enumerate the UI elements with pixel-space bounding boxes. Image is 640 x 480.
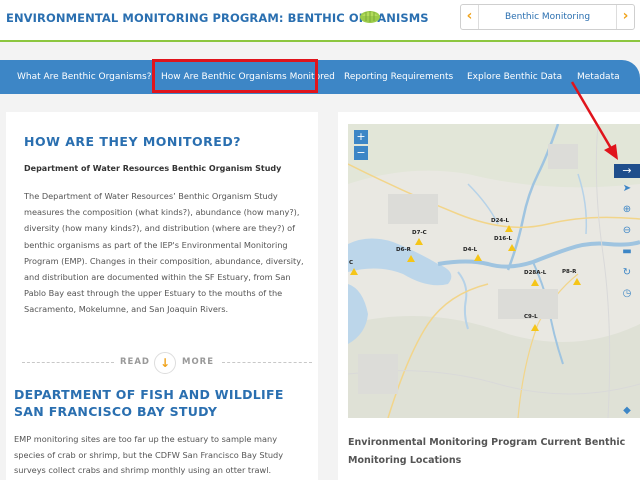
site-label-d24-l: D24-L bbox=[491, 218, 510, 224]
benthic-logo-icon bbox=[360, 11, 380, 23]
site-label-d4-l: D4-L bbox=[463, 247, 478, 253]
section-pager: ‹ Benthic Monitoring › bbox=[460, 4, 635, 30]
chevron-right-icon[interactable]: › bbox=[616, 5, 634, 29]
arrow-right-icon[interactable]: → bbox=[614, 164, 640, 178]
layers-icon[interactable]: ◆ bbox=[620, 404, 634, 418]
chevron-left-icon[interactable]: ‹ bbox=[461, 5, 479, 29]
zoom-in-icon[interactable]: ⊕ bbox=[620, 203, 634, 217]
site-label-p8-r: P8-R bbox=[562, 269, 577, 275]
monitoring-map[interactable]: + − D24-L D7-C D16-L D6-R D4-L C D28A-L … bbox=[348, 124, 640, 418]
section-heading-2: DEPARTMENT OF FISH AND WILDLIFE SAN FRAN… bbox=[14, 387, 284, 419]
zoom-in-button[interactable]: + bbox=[354, 130, 368, 144]
site-marker-c[interactable] bbox=[350, 268, 358, 275]
nav-item-metadata[interactable]: Metadata bbox=[577, 60, 620, 94]
site-marker-d4-l[interactable] bbox=[474, 254, 482, 261]
site-marker-d28a-l[interactable] bbox=[531, 279, 539, 286]
site-marker-p8-r[interactable] bbox=[573, 278, 581, 285]
pager-label[interactable]: Benthic Monitoring bbox=[479, 5, 616, 29]
nav-item-reporting[interactable]: Reporting Requirements bbox=[344, 60, 453, 94]
header-divider bbox=[0, 40, 640, 42]
site-label-c: C bbox=[349, 260, 354, 266]
refresh-icon[interactable]: ↻ bbox=[620, 266, 634, 280]
site-label-c9-l: C9-L bbox=[524, 314, 538, 320]
site-label-d28a-l: D28A-L bbox=[524, 270, 547, 276]
pointer-icon[interactable]: ➤ bbox=[620, 182, 634, 196]
site-header: ENVIRONMENTAL MONITORING PROGRAM: BENTHI… bbox=[0, 0, 640, 40]
site-marker-d6-r[interactable] bbox=[407, 255, 415, 262]
bay-study-description: EMP monitoring sites are too far up the … bbox=[14, 434, 284, 475]
site-label-d7-c: D7-C bbox=[412, 230, 427, 236]
site-marker-d16-l[interactable] bbox=[508, 244, 516, 251]
map-caption: Environmental Monitoring Program Current… bbox=[348, 437, 626, 466]
site-label-d16-l: D16-L bbox=[494, 236, 513, 242]
site-marker-d24-l[interactable] bbox=[505, 225, 513, 232]
study-description: The Department of Water Resources’ Benth… bbox=[24, 191, 304, 315]
divider-left bbox=[22, 362, 114, 363]
more-label: MORE bbox=[182, 357, 215, 367]
site-marker-d7-c[interactable] bbox=[415, 238, 423, 245]
map-panel: + − D24-L D7-C D16-L D6-R D4-L C D28A-L … bbox=[338, 112, 640, 480]
map-basemap bbox=[348, 124, 640, 418]
read-label: READ bbox=[120, 357, 150, 367]
nav-item-explore-data[interactable]: Explore Benthic Data bbox=[467, 60, 562, 94]
ruler-icon[interactable]: ▬ bbox=[620, 245, 634, 259]
zoom-out-icon[interactable]: ⊖ bbox=[620, 224, 634, 238]
section-heading: HOW ARE THEY MONITORED? bbox=[24, 134, 241, 149]
arrow-down-icon[interactable]: ↓ bbox=[154, 352, 176, 374]
divider-right bbox=[222, 362, 312, 363]
zoom-out-button[interactable]: − bbox=[354, 146, 368, 160]
nav-item-what-are[interactable]: What Are Benthic Organisms? bbox=[17, 60, 152, 94]
nav-highlight-box bbox=[152, 59, 318, 93]
site-marker-c9-l[interactable] bbox=[531, 324, 539, 331]
site-label-d6-r: D6-R bbox=[396, 247, 411, 253]
content-panel: HOW ARE THEY MONITORED? Department of Wa… bbox=[6, 112, 318, 480]
main-nav: What Are Benthic Organisms? How Are Bent… bbox=[0, 60, 640, 94]
zoom-controls: + − bbox=[354, 130, 368, 162]
study-subheading: Department of Water Resources Benthic Or… bbox=[24, 164, 282, 173]
clock-icon[interactable]: ◷ bbox=[620, 287, 634, 301]
read-more-toggle[interactable]: READ ↓ MORE bbox=[22, 352, 312, 374]
